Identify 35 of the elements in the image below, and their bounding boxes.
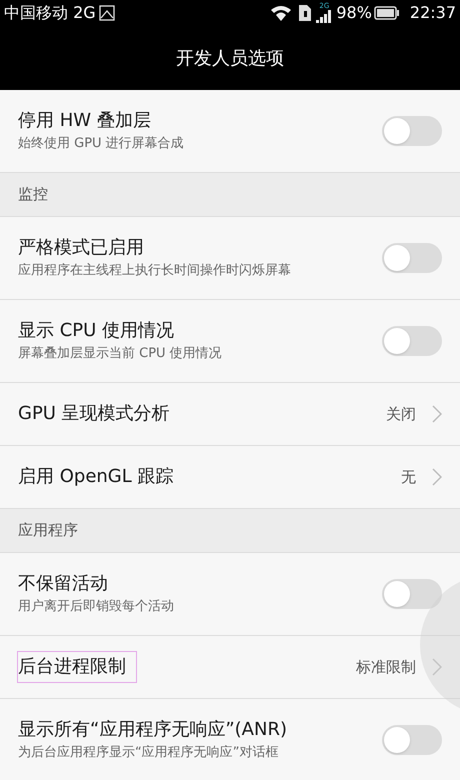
setting-title: 后台进程限制: [18, 652, 136, 682]
setting-description: 应用程序在主线程上执行长时间操作时闪烁屏幕: [18, 263, 292, 280]
setting-description: 用户离开后即销毁每个活动: [18, 599, 175, 616]
toggle-switch[interactable]: [382, 326, 442, 356]
sim-card-icon: [298, 4, 312, 22]
battery-percent: 98%: [336, 2, 372, 24]
carrier-text: 中国移动 2G: [4, 2, 96, 24]
setting-title: 严格模式已启用: [18, 236, 145, 260]
screen-title: 开发人员选项: [176, 46, 284, 70]
setting-title: 显示所有“应用程序无响应”(ANR): [18, 718, 288, 742]
chevron-right-icon: [432, 468, 442, 486]
chevron-right-icon: [432, 658, 442, 676]
clock: 22:37: [410, 2, 456, 24]
setting-title: GPU 呈现模式分析: [18, 402, 170, 426]
setting-value: 标准限制: [356, 656, 416, 678]
setting-description: 为后台应用程序显示“应用程序无响应”对话框: [18, 745, 280, 762]
image-icon: [98, 5, 115, 21]
setting-title: 停用 HW 叠加层: [18, 110, 152, 132]
toggle-switch[interactable]: [382, 579, 442, 609]
setting-title: 启用 OpenGL 跟踪: [18, 466, 174, 488]
setting-value: 无: [401, 466, 416, 488]
setting-description: 屏幕叠加层显示当前 CPU 使用情况: [18, 346, 223, 362]
setting-description: 始终使用 GPU 进行屏幕合成: [18, 136, 185, 152]
setting-title: 不保留活动: [18, 572, 109, 596]
wifi-icon: [270, 5, 292, 21]
chevron-right-icon: [432, 405, 442, 423]
section-header: 应用程序: [0, 509, 460, 553]
toggle-switch[interactable]: [382, 243, 442, 273]
battery-icon: [374, 6, 400, 20]
toggle-switch[interactable]: [382, 116, 442, 146]
toggle-switch[interactable]: [382, 725, 442, 755]
section-header: 监控: [0, 173, 460, 217]
setting-value: 关闭: [386, 404, 416, 425]
setting-title: 显示 CPU 使用情况: [18, 320, 176, 342]
signal-icon: [316, 10, 332, 23]
